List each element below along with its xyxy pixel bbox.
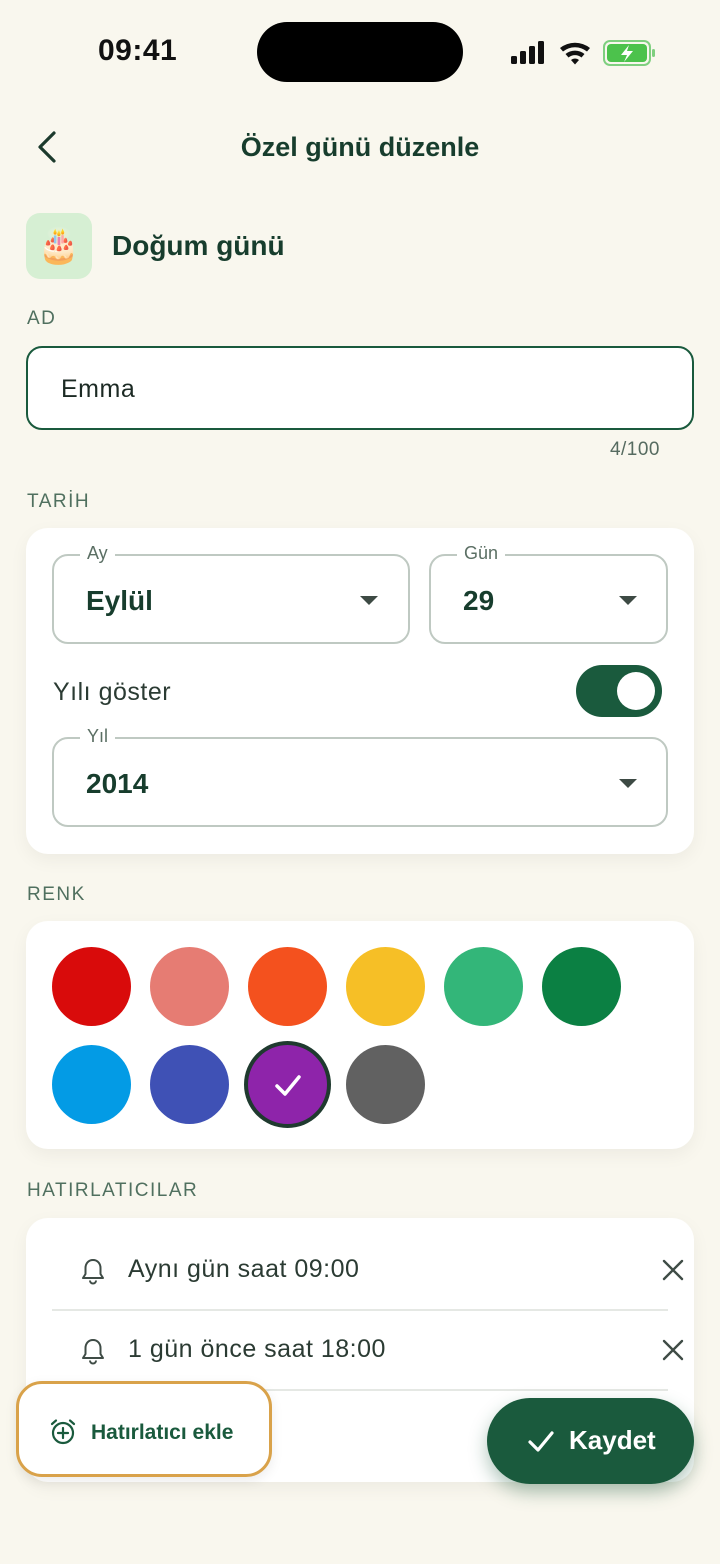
day-select-legend: Gün <box>457 543 506 564</box>
chevron-down-icon <box>619 779 637 788</box>
wifi-icon <box>560 42 590 65</box>
reminder-text: Aynı gün saat 09:00 <box>128 1255 360 1283</box>
color-swatch-orange[interactable] <box>248 947 327 1026</box>
color-swatch-indigo[interactable] <box>150 1045 229 1124</box>
day-select-value: 29 <box>463 585 495 616</box>
color-swatch-red[interactable] <box>52 947 131 1026</box>
save-button[interactable]: Kaydet <box>487 1398 694 1484</box>
day-select[interactable]: Gün 29 <box>429 543 668 644</box>
save-button-label: Kaydet <box>569 1425 656 1455</box>
checkmark-icon <box>528 1431 554 1452</box>
reminders-section-label: HATIRLATICILAR <box>27 1180 199 1201</box>
color-card <box>26 921 694 1149</box>
battery-charging-icon <box>603 40 655 66</box>
year-select[interactable]: Yıl 2014 <box>52 726 668 827</box>
reminder-text: 1 gün önce saat 18:00 <box>128 1335 386 1363</box>
alarm-add-icon <box>50 1419 76 1445</box>
page-title: Özel günü düzenle <box>240 132 480 162</box>
color-swatch-salmon[interactable] <box>150 947 229 1026</box>
character-counter: 4/100 <box>609 439 660 460</box>
color-section-label: RENK <box>27 884 86 905</box>
remove-reminder-close-icon[interactable] <box>660 1257 686 1283</box>
dynamic-island <box>257 22 463 82</box>
add-reminder-button[interactable]: Hatırlatıcı ekle <box>16 1381 272 1477</box>
toggle-knob <box>617 672 655 710</box>
color-swatch-yellow[interactable] <box>346 947 425 1026</box>
add-reminder-label: Hatırlatıcı ekle <box>91 1421 234 1444</box>
month-select-value: Eylül <box>86 585 153 616</box>
year-select-legend: Yıl <box>80 726 116 747</box>
name-input[interactable]: Emma <box>26 346 694 430</box>
color-swatch-mint[interactable] <box>444 947 523 1026</box>
color-swatch-purple[interactable] <box>248 1045 327 1124</box>
cellular-signal-icon <box>511 41 544 64</box>
name-section-label: AD <box>27 308 57 329</box>
month-select[interactable]: Ay Eylül <box>52 543 410 644</box>
name-input-value: Emma <box>61 375 136 403</box>
year-select-value: 2014 <box>86 768 149 799</box>
status-time: 09:41 <box>98 34 178 67</box>
occasion-type-label: Doğum günü <box>112 230 285 261</box>
remove-reminder-close-icon[interactable] <box>660 1337 686 1363</box>
color-swatch-blue[interactable] <box>52 1045 131 1124</box>
color-swatch-gray[interactable] <box>346 1045 425 1124</box>
reminder-item: 1 gün önce saat 18:00 <box>52 1311 684 1391</box>
reminder-item: Aynı gün saat 09:00 <box>52 1231 684 1311</box>
chevron-down-icon <box>360 596 378 605</box>
show-year-label: Yılı göster <box>53 678 172 706</box>
month-select-legend: Ay <box>80 543 115 564</box>
checkmark-icon <box>248 1045 327 1124</box>
status-icons <box>511 40 655 66</box>
show-year-toggle[interactable] <box>576 665 662 717</box>
birthday-cake-icon: 🎂 <box>26 213 92 279</box>
color-swatch-green[interactable] <box>542 947 621 1026</box>
chevron-down-icon <box>619 596 637 605</box>
date-section-label: TARİH <box>27 491 91 512</box>
bell-icon <box>82 1339 104 1365</box>
bell-icon <box>82 1259 104 1285</box>
